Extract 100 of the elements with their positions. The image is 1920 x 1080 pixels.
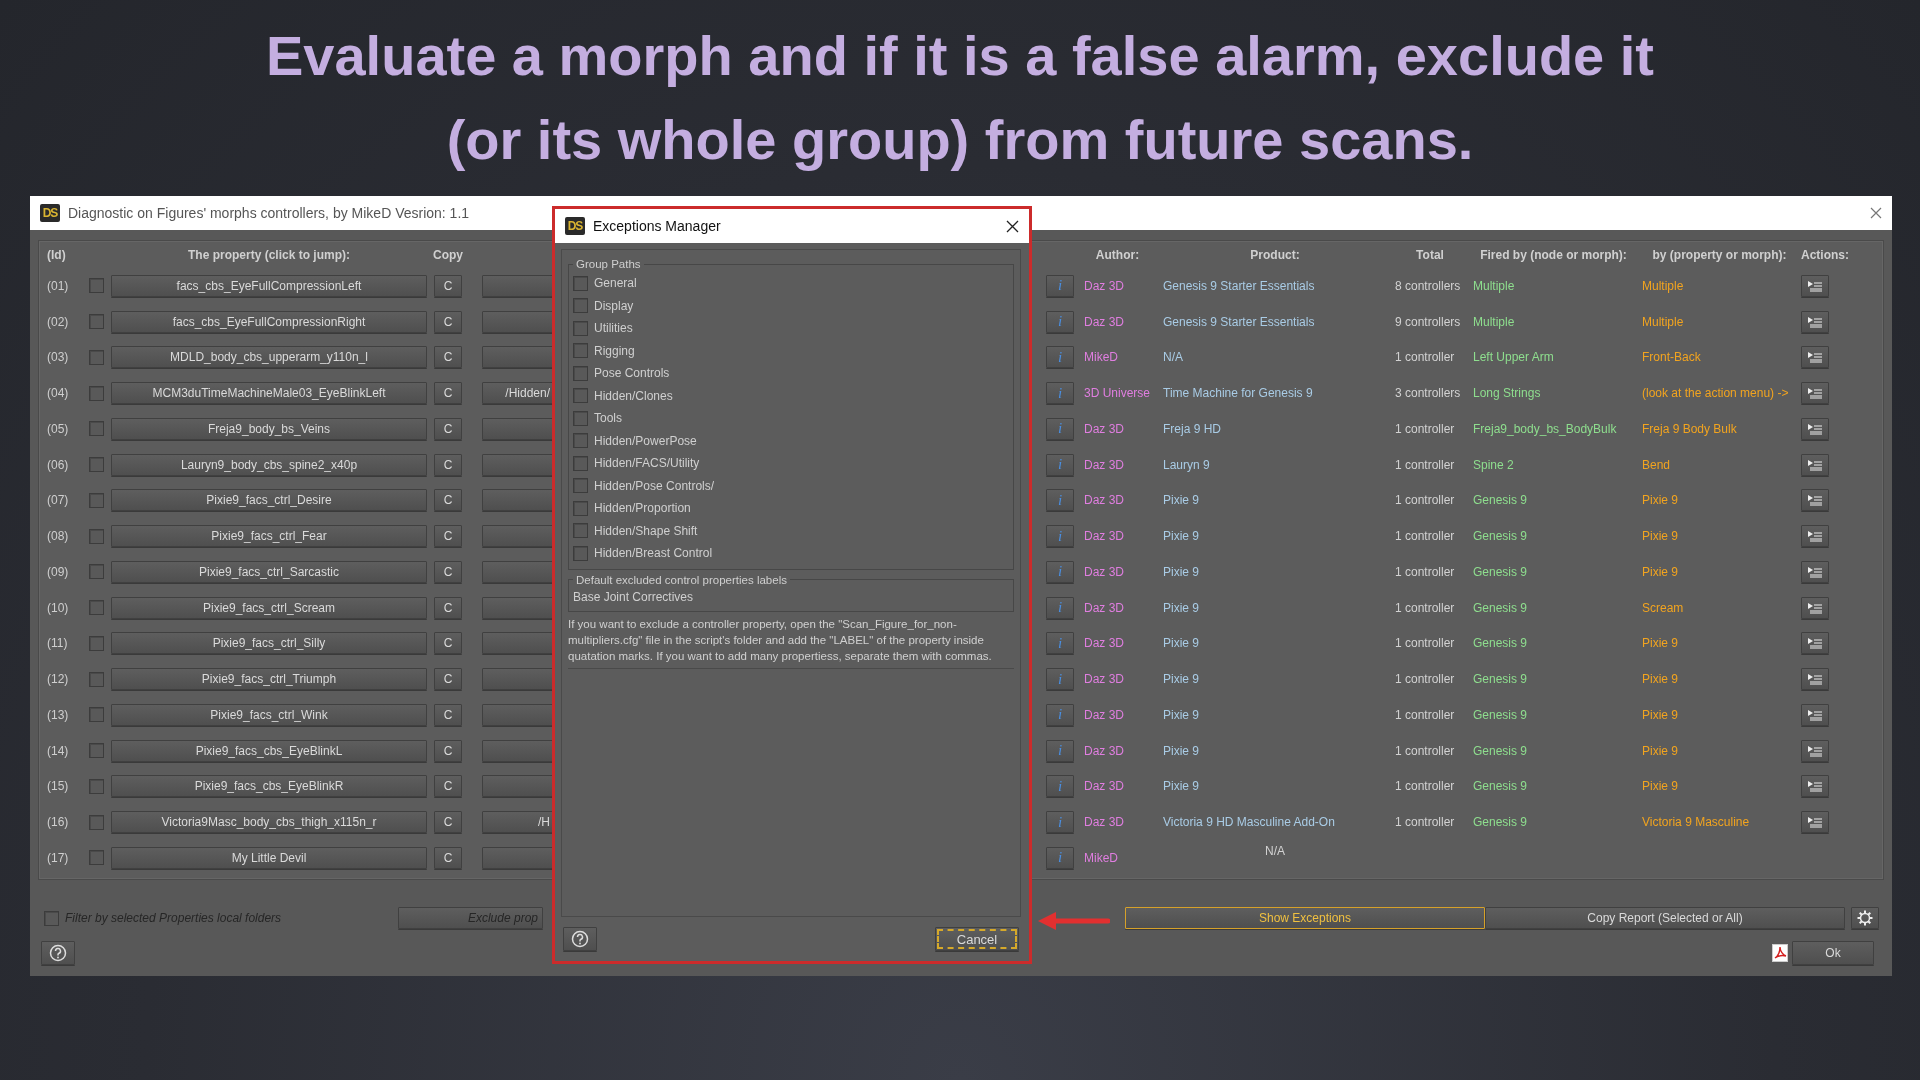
row-checkbox[interactable] [88,457,104,473]
ok-button[interactable]: Ok [1792,941,1874,965]
cancel-button[interactable]: Cancel [935,927,1019,951]
row-checkbox[interactable] [88,850,104,866]
path-button[interactable] [482,668,553,691]
actions-button[interactable] [1801,417,1829,440]
row-checkbox[interactable] [88,492,104,508]
actions-button[interactable] [1801,703,1829,726]
actions-button[interactable] [1801,274,1829,297]
path-checkbox[interactable] [573,545,588,561]
property-button[interactable]: Pixie9_facs_ctrl_Fear [111,525,427,548]
property-button[interactable]: Pixie9_facs_cbs_EyeBlinkR [111,775,427,798]
copy-button[interactable]: C [434,846,462,869]
close-icon[interactable] [1006,219,1019,233]
path-checkbox[interactable] [573,410,588,426]
copy-button[interactable]: C [434,811,462,834]
copy-button[interactable]: C [434,560,462,583]
property-button[interactable]: Pixie9_facs_ctrl_Sarcastic [111,560,427,583]
help-button[interactable] [563,927,597,951]
path-button[interactable] [482,489,553,512]
row-checkbox[interactable] [88,528,104,544]
actions-button[interactable] [1801,632,1829,655]
row-checkbox[interactable] [88,814,104,830]
property-button[interactable]: MCM3duTimeMachineMale03_EyeBlinkLeft [111,382,427,405]
copy-button[interactable]: C [434,453,462,476]
path-button[interactable] [482,525,553,548]
path-checkbox[interactable] [573,320,588,336]
path-button[interactable] [482,632,553,655]
property-button[interactable]: Pixie9_facs_ctrl_Wink [111,703,427,726]
row-checkbox[interactable] [88,635,104,651]
actions-button[interactable] [1801,775,1829,798]
actions-button[interactable] [1801,346,1829,369]
path-checkbox[interactable] [573,343,588,359]
row-checkbox[interactable] [88,671,104,687]
path-checkbox[interactable] [573,500,588,516]
copy-button[interactable]: C [434,668,462,691]
path-button[interactable] [482,775,553,798]
copy-report-button[interactable]: Copy Report (Selected or All) [1485,907,1845,929]
path-button[interactable] [482,560,553,583]
actions-button[interactable] [1801,382,1829,405]
path-checkbox[interactable] [573,433,588,449]
property-button[interactable]: Pixie9_facs_ctrl_Silly [111,632,427,655]
row-checkbox[interactable] [88,349,104,365]
filter-checkbox[interactable] [44,910,59,926]
copy-button[interactable]: C [434,382,462,405]
path-checkbox[interactable] [573,523,588,539]
copy-button[interactable]: C [434,417,462,440]
actions-button[interactable] [1801,310,1829,333]
copy-button[interactable]: C [434,346,462,369]
copy-button[interactable]: C [434,739,462,762]
copy-button[interactable]: C [434,632,462,655]
copy-button[interactable]: C [434,703,462,726]
path-checkbox[interactable] [573,365,588,381]
row-checkbox[interactable] [88,743,104,759]
actions-button[interactable] [1801,739,1829,762]
row-checkbox[interactable] [88,421,104,437]
path-button[interactable] [482,417,553,440]
property-button[interactable]: Victoria9Masc_body_cbs_thigh_x115n_r [111,811,427,834]
row-checkbox[interactable] [88,278,104,294]
path-button[interactable] [482,346,553,369]
property-button[interactable]: My Little Devil [111,846,427,869]
path-button[interactable] [482,596,553,619]
row-checkbox[interactable] [88,314,104,330]
path-checkbox[interactable] [573,388,588,404]
pdf-icon[interactable] [1772,944,1788,962]
row-checkbox[interactable] [88,600,104,616]
property-button[interactable]: Freja9_body_bs_Veins [111,417,427,440]
path-button[interactable] [482,846,553,869]
actions-button[interactable] [1801,560,1829,583]
property-button[interactable]: Pixie9_facs_cbs_EyeBlinkL [111,739,427,762]
property-button[interactable]: MDLD_body_cbs_upperarm_y110n_l [111,346,427,369]
property-button[interactable]: facs_cbs_EyeFullCompressionLeft [111,274,427,297]
path-button[interactable]: /H [482,811,553,834]
property-button[interactable]: Pixie9_facs_ctrl_Scream [111,596,427,619]
path-button[interactable] [482,703,553,726]
copy-button[interactable]: C [434,489,462,512]
settings-button[interactable] [1851,907,1879,929]
copy-button[interactable]: C [434,525,462,548]
path-checkbox[interactable] [573,478,588,494]
copy-button[interactable]: C [434,274,462,297]
path-button[interactable] [482,739,553,762]
property-button[interactable]: Pixie9_facs_ctrl_Desire [111,489,427,512]
path-button[interactable] [482,453,553,476]
path-checkbox[interactable] [573,298,588,314]
path-button[interactable] [482,274,553,297]
row-checkbox[interactable] [88,778,104,794]
row-checkbox[interactable] [88,385,104,401]
copy-button[interactable]: C [434,310,462,333]
actions-button[interactable] [1801,668,1829,691]
actions-button[interactable] [1801,811,1829,834]
actions-button[interactable] [1801,489,1829,512]
path-button[interactable]: /Hidden/ [482,382,553,405]
row-checkbox[interactable] [88,707,104,723]
copy-button[interactable]: C [434,596,462,619]
row-checkbox[interactable] [88,564,104,580]
path-checkbox[interactable] [573,455,588,471]
actions-button[interactable] [1801,453,1829,476]
property-button[interactable]: Lauryn9_body_cbs_spine2_x40p [111,453,427,476]
show-exceptions-button[interactable]: Show Exceptions [1125,907,1485,929]
actions-button[interactable] [1801,525,1829,548]
